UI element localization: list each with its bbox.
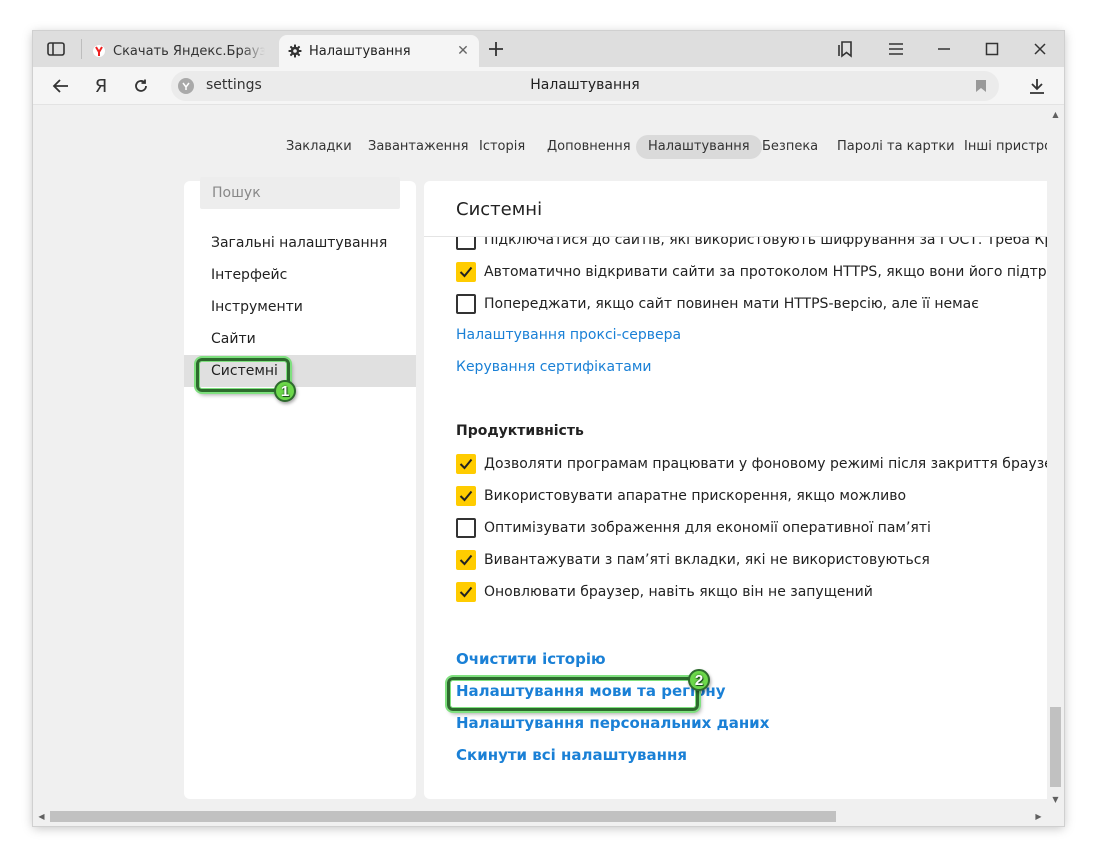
option-background-mode[interactable]: Дозволяти програмам працювати у фоновому… [456,453,1047,475]
option-label: Дозволяти програмам працювати у фоновому… [484,456,1047,472]
option-optimize-images[interactable]: Оптимізувати зображення для економії опе… [456,517,931,539]
tab-yandex-download[interactable]: Скачать Яндекс.Браузер для [83,35,273,67]
checkbox-checked[interactable] [456,486,476,506]
url-text[interactable]: settings [206,77,262,93]
option-update-browser[interactable]: Оновлювати браузер, навіть якщо він не з… [456,581,873,603]
download-icon[interactable] [1023,73,1051,99]
performance-heading: Продуктивність [456,423,584,439]
nav-other-devices[interactable]: Інші пристрої [952,135,1047,159]
omnibox[interactable]: settings Налаштування [171,71,999,101]
tab-title: Скачать Яндекс.Браузер для [113,43,265,59]
scroll-up-arrow-icon[interactable]: ▲ [1047,106,1064,123]
nav-passwords-cards[interactable]: Паролі та картки [825,135,967,159]
tab-title: Налаштування [309,43,411,59]
settings-sidebar: Загальні налаштування Інтерфейс Інструме… [184,177,416,799]
option-label: Підключатися до сайтів, які використовую… [484,237,1047,248]
reload-icon[interactable] [127,73,155,99]
gear-icon [287,43,303,59]
option-label: Використовувати апаратне прискорення, як… [484,488,907,504]
option-https-warning[interactable]: Попереджати, якщо сайт повинен мати HTTP… [456,293,979,315]
menu-icon[interactable] [876,35,916,63]
scroll-down-arrow-icon[interactable]: ▼ [1047,791,1064,808]
yandex-browser-icon [91,43,107,59]
option-label: Автоматично відкривати сайти за протокол… [484,264,1047,280]
scroll-right-arrow-icon[interactable]: ▶ [1030,808,1047,825]
nav-bookmarks[interactable]: Закладки [274,135,364,159]
option-auto-https[interactable]: Автоматично відкривати сайти за протокол… [456,261,1047,283]
horizontal-scrollbar[interactable]: ◀ ▶ [33,808,1064,825]
nav-security[interactable]: Безпека [750,135,830,159]
close-window-icon[interactable] [1020,35,1060,63]
tab-settings[interactable]: Налаштування ✕ [279,35,479,67]
sidebar-item-interface[interactable]: Інтерфейс [184,259,416,291]
checkbox-checked[interactable] [456,262,476,282]
section-title: Системні [456,199,543,220]
maximize-icon[interactable] [972,35,1012,63]
clear-history-link[interactable]: Очистити історію [456,650,606,668]
option-unload-tabs[interactable]: Вивантажувати з пам’яті вкладки, які не … [456,549,930,571]
checkbox-checked[interactable] [456,454,476,474]
certificates-link[interactable]: Керування сертифікатами [456,359,651,375]
scroll-left-arrow-icon[interactable]: ◀ [33,808,50,825]
settings-search-input[interactable] [200,177,400,209]
sidebar-toggle-icon[interactable] [45,40,67,58]
annotation-badge-2: 2 [688,669,710,691]
reset-settings-link[interactable]: Скинути всі налаштування [456,746,687,764]
option-label: Оптимізувати зображення для економії опе… [484,520,931,536]
nav-extensions[interactable]: Доповнення [535,135,643,159]
annotation-badge-1: 1 [274,380,296,402]
option-hardware-acceleration[interactable]: Використовувати апаратне прискорення, як… [456,485,906,507]
checkbox[interactable] [456,294,476,314]
scrollbar-thumb[interactable] [50,811,836,822]
nav-downloads[interactable]: Завантаження [356,135,481,159]
vertical-scrollbar[interactable]: ▲ ▼ [1047,106,1064,808]
sidebar-item-general[interactable]: Загальні налаштування [184,227,416,259]
nav-settings[interactable]: Налаштування [636,135,762,159]
address-bar: Я settings Налаштування [33,67,1064,105]
yandex-logo-icon[interactable]: Я [87,73,115,99]
protect-shield-icon[interactable] [178,78,194,94]
bookmarks-manager-icon[interactable] [826,35,866,63]
checkbox-checked[interactable] [456,550,476,570]
settings-scroll-area: Підключатися до сайтів, які використовую… [424,237,1047,799]
checkbox[interactable] [456,237,476,250]
checkbox[interactable] [456,518,476,538]
proxy-settings-link[interactable]: Налаштування проксі-сервера [456,327,681,343]
tab-strip: Скачать Яндекс.Браузер для Налаштування … [33,31,1064,67]
back-arrow-icon[interactable] [47,73,75,99]
option-label: Оновлювати браузер, навіть якщо він не з… [484,584,873,600]
nav-history[interactable]: Історія [467,135,537,159]
minimize-icon[interactable] [924,35,964,63]
option-label: Попереджати, якщо сайт повинен мати HTTP… [484,296,979,312]
page-title: Налаштування [530,77,640,93]
new-tab-icon[interactable] [485,38,507,60]
option-label: Вивантажувати з пам’яті вкладки, які не … [484,552,930,568]
close-tab-icon[interactable]: ✕ [455,43,471,59]
checkbox-checked[interactable] [456,582,476,602]
sidebar-item-tools[interactable]: Інструменти [184,291,416,323]
personal-data-settings-link[interactable]: Налаштування персональних даних [456,714,769,732]
tab-separator [81,39,82,59]
annotation-highlight-language [447,677,699,711]
sidebar-item-sites[interactable]: Сайти [184,323,416,355]
bookmark-icon[interactable] [975,79,989,93]
option-gost-encryption[interactable]: Підключатися до сайтів, які використовую… [456,237,1047,251]
scrollbar-thumb[interactable] [1050,707,1061,787]
